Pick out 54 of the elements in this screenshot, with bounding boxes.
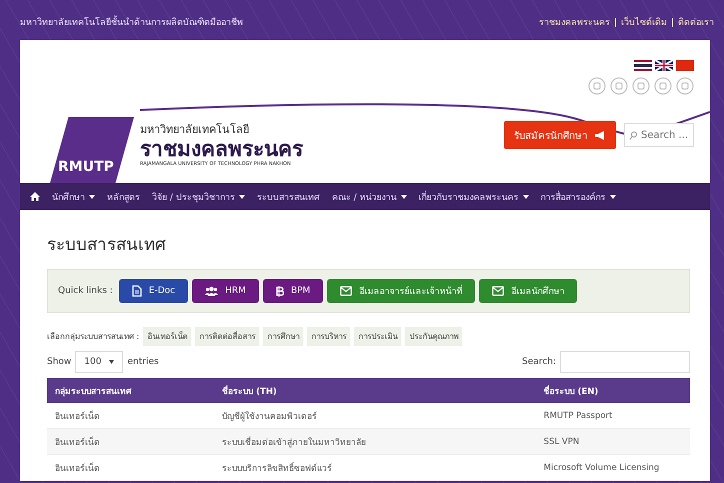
university-name: ราชมงคลพระนคร	[140, 138, 303, 161]
group-filter-button[interactable]: การประเมิน	[354, 327, 402, 346]
table-cell: อินเทอร์เน็ต	[47, 428, 214, 454]
group-filter-label: เลือกกลุ่มระบบสารสนเทศ :	[47, 331, 140, 343]
logo[interactable]: RMUTP	[50, 117, 134, 183]
quick-link-button[interactable]: HRM	[192, 279, 259, 303]
column-header[interactable]: ชื่อระบบ (TH)	[214, 378, 536, 403]
document-icon	[132, 285, 142, 297]
home-icon[interactable]	[30, 192, 40, 201]
page-size-select[interactable]: 100	[75, 351, 124, 373]
nav-item[interactable]: หลักสูตร	[107, 190, 140, 204]
nav-item[interactable]: คณะ / หน่วยงาน	[332, 190, 407, 204]
nav-item[interactable]: การสื่อสารองค์กร	[540, 190, 616, 204]
quick-link-button[interactable]: อีเมลนักศึกษา	[479, 279, 578, 303]
quick-link-button[interactable]: E-Doc	[118, 279, 188, 303]
mail-icon	[340, 286, 352, 296]
show-label: Show	[47, 357, 72, 367]
table-cell: อินเทอร์เน็ต	[47, 454, 214, 480]
top-link[interactable]: เว็บไซต์เดิม	[621, 15, 667, 29]
tagline: มหาวิทยาลัยเทคโนโลยีชั้นนำด้านการผลิตบัณฑิตมืออาชีพ	[20, 15, 243, 29]
search-field[interactable]: Search ...	[624, 123, 694, 147]
group-filter-button[interactable]: ประกันคุณภาพ	[405, 327, 462, 346]
group-filter-button[interactable]: อินเทอร์เน็ต	[143, 327, 192, 346]
caret-icon	[109, 360, 114, 364]
search-label: Search:	[522, 357, 556, 367]
group-filter-button[interactable]: การศึกษา	[263, 327, 304, 346]
nav-item[interactable]: นักศึกษา	[52, 190, 95, 204]
nav-item[interactable]: เกี่ยวกับราชมงคลพระนคร	[418, 190, 529, 204]
nav-item[interactable]: วิจัย / ประชุมวิชาการ	[152, 190, 245, 204]
group-filter-button[interactable]: การบริหาร	[307, 327, 350, 346]
quick-link-button[interactable]: BPM	[262, 279, 324, 303]
quick-links-label: Quick links :	[58, 286, 113, 296]
thai-flag-icon[interactable]	[634, 60, 652, 71]
entries-label: entries	[127, 357, 159, 367]
table-cell: ระบบเชื่อมต่อเข้าสู่ภายในมหาวิทยาลัย	[214, 428, 536, 454]
megaphone-icon	[594, 130, 606, 140]
table-search-field[interactable]	[560, 351, 690, 373]
mail-icon	[492, 286, 504, 296]
column-header[interactable]: ชื่อระบบ (EN)	[536, 378, 690, 403]
quick-link-button[interactable]: อีเมลอาจารย์และเจ้าหน้าที่	[327, 279, 476, 303]
bitcoin-icon	[276, 286, 284, 296]
users-icon	[205, 286, 218, 296]
uk-flag-icon[interactable]	[655, 60, 673, 71]
university-name-small: มหาวิทยาลัยเทคโนโลยี	[140, 122, 250, 138]
top-link[interactable]: ติดต่อเรา	[678, 15, 714, 29]
group-filter-button[interactable]: การติดต่อสื่อสาร	[195, 327, 260, 346]
column-header[interactable]: กลุ่มระบบสารสนเทศ	[47, 378, 214, 403]
table-cell: Microsoft Volume Licensing	[536, 454, 690, 480]
apply-button[interactable]: รับสมัครนักศึกษา	[504, 121, 616, 149]
page-title: ระบบสารสนเทศ	[47, 234, 167, 257]
top-link[interactable]: ราชมงคลพระนคร	[539, 15, 610, 29]
table-cell: ระบบบริการลิขสิทธิ์ซอฟต์แวร์	[214, 454, 536, 480]
table-cell: SSL VPN	[536, 428, 690, 454]
nav-item[interactable]: ระบบสารสนเทศ	[256, 190, 320, 204]
